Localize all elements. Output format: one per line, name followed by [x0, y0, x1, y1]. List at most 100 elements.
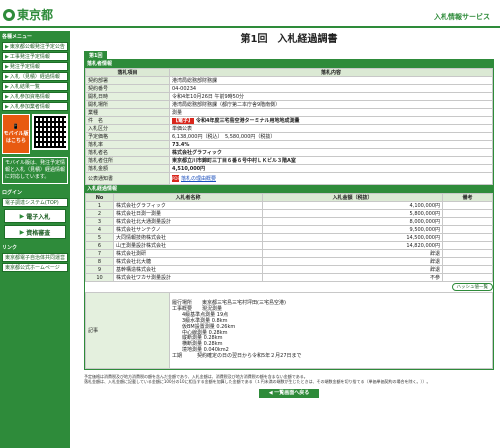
- electronic-badge: 【電子】: [172, 118, 195, 124]
- bid-name: 株式会社ワカサ測量設計: [113, 273, 263, 282]
- info-row: 落札者名 株式会社グラフィック: [85, 148, 493, 157]
- info-row: 契約部署 港湾局総務部財務課: [85, 76, 493, 85]
- bid-name: 株式会社グラフィック: [113, 201, 263, 210]
- bid-section-title: 入札経過情報: [85, 185, 493, 193]
- info-label: 開札日時: [85, 92, 170, 101]
- info-col-content: 落札内容: [169, 68, 493, 77]
- bid-col-no: No: [85, 193, 114, 202]
- arrow-right-icon: ▶: [19, 212, 25, 220]
- bid-no: 8: [85, 257, 114, 266]
- bid-no: 4: [85, 225, 114, 234]
- bid-note: [442, 265, 493, 274]
- sidebar-menu-label: 入札結果一覧: [9, 84, 40, 90]
- bid-note: [442, 201, 493, 210]
- mobile-site-button[interactable]: 📱 モバイル版はこちら: [2, 114, 30, 154]
- sidebar-menu-item[interactable]: ▶ 発注予定情報: [2, 62, 68, 71]
- bid-no: 9: [85, 265, 114, 274]
- qr-code-icon: [32, 114, 68, 150]
- sidebar-menu-item[interactable]: ▶ 入札参加資格情報: [2, 92, 68, 101]
- links-heading: リンク: [2, 245, 18, 251]
- bid-no: 3: [85, 217, 114, 226]
- bid-note: [442, 209, 493, 218]
- link-joint-operation[interactable]: 東京都電子自治体共同運営: [2, 253, 68, 262]
- bid-note: [442, 225, 493, 234]
- tokyo-logo[interactable]: 東京都: [3, 6, 53, 23]
- link-official-site[interactable]: 東京都公式ホームページ: [2, 263, 68, 272]
- menu-list: ▶ 東京都公報発注予定公告 ▶ 工事発注予定情報 ▶ 発注予定情報 ▶ 入札（見積）経過情報 ▶…: [0, 42, 70, 111]
- info-label: 業種: [85, 108, 170, 117]
- info-value: 令和4年10月26日 午前9時50分: [172, 94, 245, 100]
- login-system-link[interactable]: 電子調達システム(TOP): [2, 198, 68, 207]
- info-label: 公表通知書: [85, 172, 170, 185]
- sidebar: 各種メニュー ▶ 東京都公報発注予定公告 ▶ 工事発注予定情報 ▶ 発注予定情報 ▶ 入札（見…: [0, 31, 70, 448]
- bid-no: 7: [85, 249, 114, 258]
- bid-note: [442, 249, 493, 258]
- info-label: 落札者住所: [85, 156, 170, 165]
- top-bar: 東京都 入札情報サービス: [0, 0, 500, 28]
- mobile-box: 📱 モバイル版はこちら: [2, 114, 68, 154]
- info-row: 入札区分 単価公表: [85, 124, 493, 133]
- info-label: 開札場所: [85, 100, 170, 109]
- bid-name: 株式会社日測一測量: [113, 209, 263, 218]
- memo-table: 記事 履行場所 東京都三宅島三宅村坪田(三宅島空港) 工事概要 現況測量 4級基準…: [85, 292, 493, 369]
- bid-no: 5: [85, 233, 114, 242]
- service-title: 入札情報サービス: [434, 13, 490, 21]
- qualification-button[interactable]: ▶ 資格審査: [4, 225, 66, 239]
- bid-name: 株式会社北大通測量設計: [113, 217, 263, 226]
- info-value: 73.4%: [172, 141, 190, 148]
- bid-note: [442, 241, 493, 250]
- bid-row: 8 株式会社北大糖 辞退: [85, 257, 493, 266]
- main-content: 第1回 入札経過調書 第1回 落札者情報 落札項目 落札内容 契約部署 港湾局総務…: [84, 31, 494, 398]
- info-col-item: 落札項目: [85, 68, 170, 77]
- sidebar-menu-label: 工事発注予定情報: [9, 54, 50, 60]
- sidebar-menu-label: 入札（見積）経過情報: [9, 74, 60, 80]
- arrow-right-icon: ▶: [19, 228, 25, 236]
- arrow-right-icon: ▶: [5, 73, 9, 80]
- link-label: 東京都公式ホームページ: [5, 265, 60, 271]
- sidebar-menu-item[interactable]: ▶ 工事発注予定情報: [2, 52, 68, 61]
- bid-row: 10 株式会社ワカサ測量設計 不参: [85, 273, 493, 282]
- sidebar-menu-item[interactable]: ▶ 入札参加業者情報: [2, 102, 68, 111]
- info-value-cell: 港湾局総務部財務課（都庁第二本庁舎9階南側）: [169, 100, 493, 109]
- info-section-title: 落札者情報: [85, 60, 493, 68]
- notice-link[interactable]: 落札の理由概要: [181, 176, 216, 182]
- bid-amount: 5,800,000円: [262, 209, 443, 218]
- bid-note: [442, 217, 493, 226]
- bid-amount: 辞退: [262, 265, 443, 274]
- arrow-right-icon: ▶: [5, 43, 9, 50]
- info-label: 落札金額: [85, 164, 170, 173]
- e-bid-label: 電子入札: [26, 213, 51, 221]
- bid-amount: 14,820,000円: [262, 241, 443, 250]
- arrow-right-icon: ▶: [5, 53, 9, 60]
- info-value: 6,138,000円（税込） 5,580,000円（税抜）: [172, 134, 276, 140]
- tokyo-emblem-icon: [3, 8, 15, 21]
- bid-amount: 不参: [262, 273, 443, 282]
- info-frame: 落札者情報 落札項目 落札内容 契約部署 港湾局総務部財務課 契約番号 04-0023…: [84, 59, 494, 370]
- bid-no: 6: [85, 241, 114, 250]
- bid-row: 1 株式会社グラフィック 4,100,000円: [85, 201, 493, 210]
- memo-label: 記事: [85, 292, 170, 369]
- info-row: 落札金額 4,510,000円: [85, 164, 493, 173]
- info-row: 開札日時 令和4年10月26日 午前9時50分: [85, 92, 493, 101]
- mobile-note: モバイル版は、発注予定情報と入札（見積）経過情報に対応しています。: [2, 157, 68, 184]
- login-heading: ログイン: [2, 190, 23, 196]
- bid-col-name: 入札者名称: [113, 193, 263, 202]
- back-to-list-button[interactable]: ◀ 一覧画面へ戻る: [259, 389, 319, 398]
- bid-row: 3 株式会社北大通測量設計 8,000,000円: [85, 217, 493, 226]
- info-row: 落札者住所 東京都立川市錦町三丁目６番６号中村ＬＫビル３階A室: [85, 156, 493, 165]
- memo-lines: 履行場所 東京都三宅島三宅村坪田(三宅島空港) 工事概要 現況測量 4級基準点測量…: [172, 300, 490, 361]
- info-value: 4,510,000円: [172, 166, 206, 172]
- info-value: 令和4年度三宅島空港ターミナル用地地成測量: [196, 118, 300, 124]
- qualification-label: 資格審査: [26, 229, 51, 237]
- memo-content: 履行場所 東京都三宅島三宅村坪田(三宅島空港) 工事概要 現況測量 4級基準点測量…: [169, 292, 493, 369]
- sidebar-menu-item[interactable]: ▶ 東京都公報発注予定公告: [2, 42, 68, 51]
- info-value-cell: 令和4年10月26日 午前9時50分: [169, 92, 493, 101]
- info-value-cell: 東京都立川市錦町三丁目６番６号中村ＬＫビル３階A室: [169, 156, 493, 165]
- login-system-label: 電子調達システム(TOP): [5, 200, 59, 206]
- sidebar-menu-item[interactable]: ▶ 入札結果一覧: [2, 82, 68, 91]
- hash-list-button[interactable]: ハッシュ値一覧: [451, 283, 493, 291]
- e-bid-button[interactable]: ▶ 電子入札: [4, 209, 66, 223]
- bid-name: 株式会社サンテクノ: [113, 225, 263, 234]
- arrow-right-icon: ▶: [5, 83, 9, 90]
- sidebar-menu-item[interactable]: ▶ 入札（見積）経過情報: [2, 72, 68, 81]
